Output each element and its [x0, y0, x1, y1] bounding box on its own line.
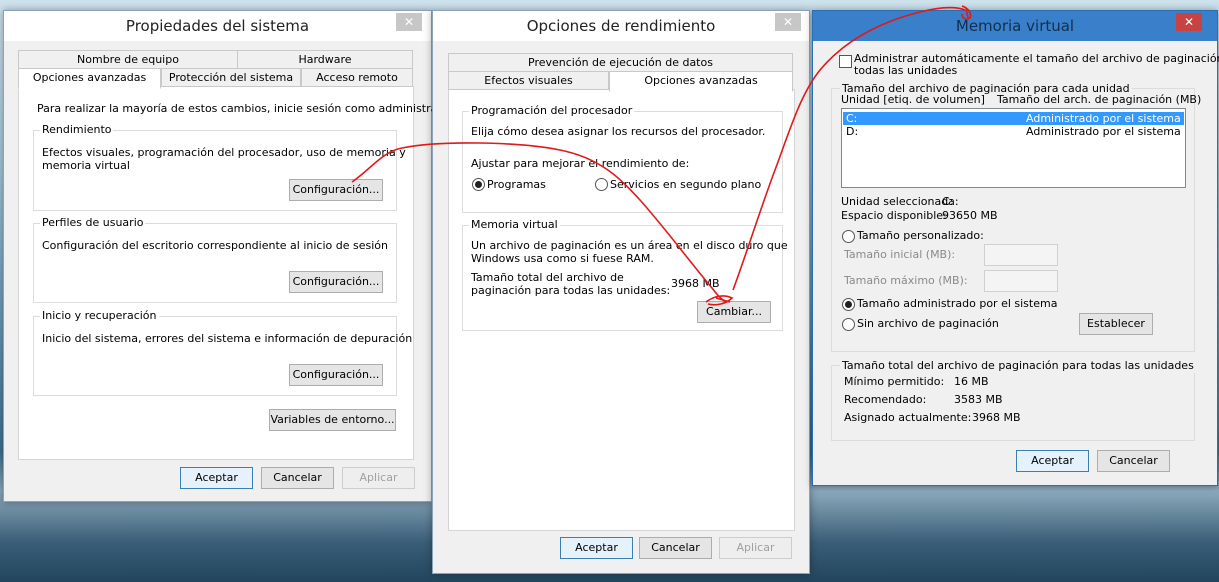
title-bar[interactable]: Memoria virtual ✕	[813, 11, 1217, 41]
system-managed-radio[interactable]	[842, 298, 855, 311]
close-button[interactable]: ✕	[396, 13, 422, 31]
tab-computer-name[interactable]: Nombre de equipo	[18, 50, 238, 69]
drive-row[interactable]: C: Administrado por el sistema	[843, 112, 1184, 125]
auto-manage-checkbox[interactable]	[839, 55, 852, 68]
set-button[interactable]: Establecer	[1079, 313, 1153, 335]
selected-drive-label: Unidad seleccionada:	[841, 195, 959, 208]
close-button[interactable]: ✕	[1176, 13, 1202, 31]
min-allowed-value: 16 MB	[954, 375, 989, 388]
vm-desc-2: Windows usa como si fuese RAM.	[471, 252, 654, 265]
admin-note: Para realizar la mayoría de estos cambio…	[37, 102, 459, 115]
auto-manage-label-2: todas las unidades	[854, 64, 958, 77]
user-profiles-label: Perfiles de usuario	[40, 216, 146, 229]
title-bar[interactable]: Opciones de rendimiento ✕	[433, 11, 809, 41]
cancel-button[interactable]: Cancelar	[261, 467, 334, 489]
tab-advanced[interactable]: Opciones avanzadas	[18, 68, 161, 89]
cancel-button[interactable]: Cancelar	[639, 537, 712, 559]
apply-button[interactable]: Aplicar	[342, 467, 415, 489]
vm-total-label-2: paginación para todas las unidades:	[471, 284, 671, 297]
drive-list[interactable]: C: Administrado por el sistema D: Admini…	[841, 108, 1186, 188]
virtual-memory-label: Memoria virtual	[469, 218, 560, 231]
vm-desc-1: Un archivo de paginación es un área en e…	[471, 239, 788, 252]
system-properties-window: Propiedades del sistema ✕ Nombre de equi…	[3, 10, 458, 502]
tab-remote-access[interactable]: Acceso remoto	[301, 68, 413, 87]
max-size-input[interactable]	[984, 270, 1058, 292]
column-size-header: Tamaño del arch. de paginación (MB)	[997, 93, 1202, 106]
performance-options-window: Opciones de rendimiento ✕ Prevención de …	[432, 10, 810, 574]
ok-button[interactable]: Aceptar	[560, 537, 633, 559]
tab-hardware[interactable]: Hardware	[237, 50, 413, 69]
title-bar[interactable]: Propiedades del sistema ✕	[4, 11, 431, 41]
user-profiles-settings-button[interactable]: Configuración...	[289, 271, 383, 293]
performance-label: Rendimiento	[40, 123, 114, 136]
min-allowed-label: Mínimo permitido:	[844, 375, 945, 388]
no-paging-file-radio[interactable]	[842, 318, 855, 331]
virtual-memory-window: Memoria virtual ✕ Administrar automática…	[812, 10, 1219, 486]
drive-letter: D:	[846, 125, 859, 138]
performance-desc-2: memoria virtual	[42, 159, 130, 172]
drive-size: Administrado por el sistema	[1026, 112, 1181, 125]
programs-label: Programas	[487, 178, 546, 191]
processor-scheduling-label: Programación del procesador	[469, 104, 635, 117]
tab-visual-effects[interactable]: Efectos visuales	[448, 71, 609, 90]
window-title: Memoria virtual	[955, 17, 1075, 35]
background-services-radio[interactable]	[595, 178, 608, 191]
vm-total-label-1: Tamaño total del archivo de	[471, 271, 624, 284]
initial-size-input[interactable]	[984, 244, 1058, 266]
performance-desc-1: Efectos visuales, programación del proce…	[42, 146, 406, 159]
initial-size-label: Tamaño inicial (MB):	[844, 248, 956, 261]
recommended-value: 3583 MB	[954, 393, 1003, 406]
startup-recovery-group: Inicio y recuperación Inicio del sistema…	[33, 309, 412, 396]
drive-size: Administrado por el sistema	[1026, 125, 1181, 138]
environment-variables-button[interactable]: Variables de entorno...	[269, 409, 396, 431]
close-button[interactable]: ✕	[775, 13, 801, 31]
ok-button[interactable]: Aceptar	[1016, 450, 1089, 472]
startup-recovery-settings-button[interactable]: Configuración...	[289, 364, 383, 386]
startup-recovery-label: Inicio y recuperación	[40, 309, 159, 322]
adjust-label: Ajustar para mejorar el rendimiento de:	[471, 157, 690, 170]
totals-label: Tamaño total del archivo de paginación p…	[840, 359, 1196, 373]
totals-group: Tamaño total del archivo de paginación p…	[831, 359, 1196, 441]
drive-letter: C:	[846, 112, 858, 125]
recommended-label: Recomendado:	[844, 393, 927, 406]
virtual-memory-group: Memoria virtual Un archivo de paginación…	[462, 218, 788, 331]
window-title: Propiedades del sistema	[125, 17, 310, 35]
drive-row[interactable]: D: Administrado por el sistema	[843, 125, 1184, 138]
background-services-label: Servicios en segundo plano	[610, 178, 762, 191]
column-drive-header: Unidad [etiq. de volumen]	[841, 93, 985, 106]
vm-total-value: 3968 MB	[671, 277, 720, 290]
tab-advanced-options[interactable]: Opciones avanzadas	[609, 71, 793, 92]
user-profiles-desc: Configuración del escritorio correspondi…	[42, 239, 388, 252]
per-drive-group: Tamaño del archivo de paginación para ca…	[831, 82, 1201, 352]
change-button[interactable]: Cambiar...	[697, 301, 771, 323]
tab-dep[interactable]: Prevención de ejecución de datos	[448, 53, 793, 72]
apply-button[interactable]: Aplicar	[719, 537, 792, 559]
processor-scheduling-group: Programación del procesador Elija cómo d…	[462, 104, 783, 213]
performance-group: Rendimiento Efectos visuales, programaci…	[33, 123, 406, 211]
cancel-button[interactable]: Cancelar	[1097, 450, 1170, 472]
currently-allocated-label: Asignado actualmente:	[844, 411, 972, 424]
no-paging-file-label: Sin archivo de paginación	[857, 317, 999, 330]
currently-allocated-value: 3968 MB	[972, 411, 1021, 424]
user-profiles-group: Perfiles de usuario Configuración del es…	[33, 216, 397, 303]
custom-size-label: Tamaño personalizado:	[857, 229, 984, 242]
programs-radio[interactable]	[472, 178, 485, 191]
startup-recovery-desc: Inicio del sistema, errores del sistema …	[42, 332, 413, 345]
processor-desc: Elija cómo desea asignar los recursos de…	[471, 125, 766, 138]
free-space-value: 93650 MB	[942, 209, 998, 222]
tab-system-protection[interactable]: Protección del sistema	[161, 68, 301, 87]
selected-drive-value: C:	[942, 195, 954, 208]
max-size-label: Tamaño máximo (MB):	[844, 274, 968, 287]
window-title: Opciones de rendimiento	[526, 17, 716, 35]
custom-size-radio[interactable]	[842, 230, 855, 243]
system-managed-label: Tamaño administrado por el sistema	[857, 297, 1058, 310]
performance-settings-button[interactable]: Configuración...	[289, 179, 383, 201]
free-space-label: Espacio disponible:	[841, 209, 947, 222]
ok-button[interactable]: Aceptar	[180, 467, 253, 489]
